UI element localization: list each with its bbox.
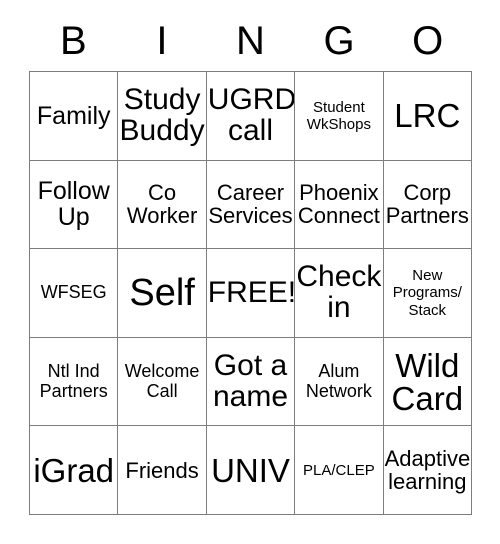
bingo-cell-r4-c3[interactable]: PLA/CLEP (295, 426, 384, 515)
bingo-cell-label: Career Services (208, 180, 293, 229)
bingo-cell-r3-c4[interactable]: Wild Card (383, 337, 472, 427)
bingo-cell-label: Alum Network (305, 361, 372, 401)
bingo-cell-r3-c2[interactable]: Got a name (206, 337, 296, 427)
bingo-card: B I N G O Family Study Buddy UGRD call Student … (0, 0, 500, 544)
bingo-cell-r3-c3[interactable]: Alum Network (295, 337, 384, 427)
bingo-cell-label: Co Worker (126, 180, 198, 229)
bingo-cell-r1-c4[interactable]: Corp Partners (383, 160, 472, 250)
bingo-cell-label: Follow Up (37, 177, 110, 232)
bingo-cell-r2-c4[interactable]: New Programs/ Stack (383, 249, 472, 338)
bingo-cell-label: LRC (394, 97, 461, 135)
bingo-cell-r0-c2[interactable]: UGRD call (206, 72, 296, 161)
bingo-cell-r1-c0[interactable]: Follow Up (30, 160, 119, 250)
bingo-grid: Family Study Buddy UGRD call Student WkShop… (29, 71, 472, 515)
bingo-cell-label: Wild Card (391, 346, 464, 417)
bingo-cell-r4-c1[interactable]: Friends (118, 426, 207, 515)
bingo-cell-r1-c3[interactable]: Phoenix Connect (295, 160, 384, 250)
bingo-cell-r2-c2[interactable]: FREE! (206, 249, 296, 338)
bingo-cell-r4-c4[interactable]: Adaptive learning (383, 426, 472, 515)
bingo-cell-r1-c2[interactable]: Career Services (206, 160, 296, 250)
bingo-cell-r3-c1[interactable]: Welcome Call (118, 337, 207, 427)
bingo-header-letter-3: G (323, 19, 355, 63)
bingo-cell-r0-c1[interactable]: Study Buddy (118, 72, 207, 161)
bingo-cell-label: Check in (296, 260, 382, 324)
bingo-cell-r3-c0[interactable]: Ntl Ind Partners (30, 337, 119, 427)
bingo-cell-label: Got a name (212, 349, 289, 413)
bingo-cell-label: WFSEG (40, 282, 107, 303)
bingo-cell-r0-c3[interactable]: Student WkShops (295, 72, 384, 161)
bingo-cell-label: iGrad (33, 451, 115, 489)
bingo-cell-label: UNIV (211, 451, 290, 489)
bingo-header-letter-2: N (236, 19, 265, 63)
bingo-cell-label: Phoenix Connect (297, 180, 380, 229)
bingo-cell-label: FREE! (207, 275, 296, 309)
bingo-cell-r2-c1[interactable]: Self (118, 249, 207, 338)
bingo-cell-label: PLA/CLEP (303, 461, 375, 479)
bingo-cell-label: Self (129, 271, 195, 314)
bingo-cell-r0-c4[interactable]: LRC (383, 72, 472, 161)
bingo-cell-label: New Programs/ Stack (392, 267, 462, 319)
bingo-cell-r2-c3[interactable]: Check in (295, 249, 384, 338)
bingo-cell-r4-c2[interactable]: UNIV (206, 426, 296, 515)
bingo-cell-label: Study Buddy (119, 83, 205, 147)
bingo-cell-label: Corp Partners (385, 180, 469, 229)
bingo-cell-r4-c0[interactable]: iGrad (30, 426, 119, 515)
bingo-cell-r2-c0[interactable]: WFSEG (30, 249, 119, 338)
bingo-cell-label: Student WkShops (306, 98, 371, 133)
bingo-header-letter-4: O (412, 19, 444, 63)
bingo-cell-label: Family (36, 101, 111, 130)
bingo-header-letter-1: I (156, 19, 168, 63)
bingo-cell-label: Welcome Call (124, 361, 200, 401)
bingo-cell-label: UGRD call (207, 83, 296, 147)
bingo-cell-label: Ntl Ind Partners (39, 361, 108, 401)
bingo-cell-r0-c0[interactable]: Family (30, 72, 119, 161)
bingo-header: BINGO (29, 14, 472, 68)
bingo-cell-label: Adaptive learning (384, 446, 471, 495)
bingo-cell-label: Friends (125, 457, 199, 483)
bingo-cell-r1-c1[interactable]: Co Worker (118, 160, 207, 250)
bingo-header-letter-0: B (59, 19, 87, 63)
